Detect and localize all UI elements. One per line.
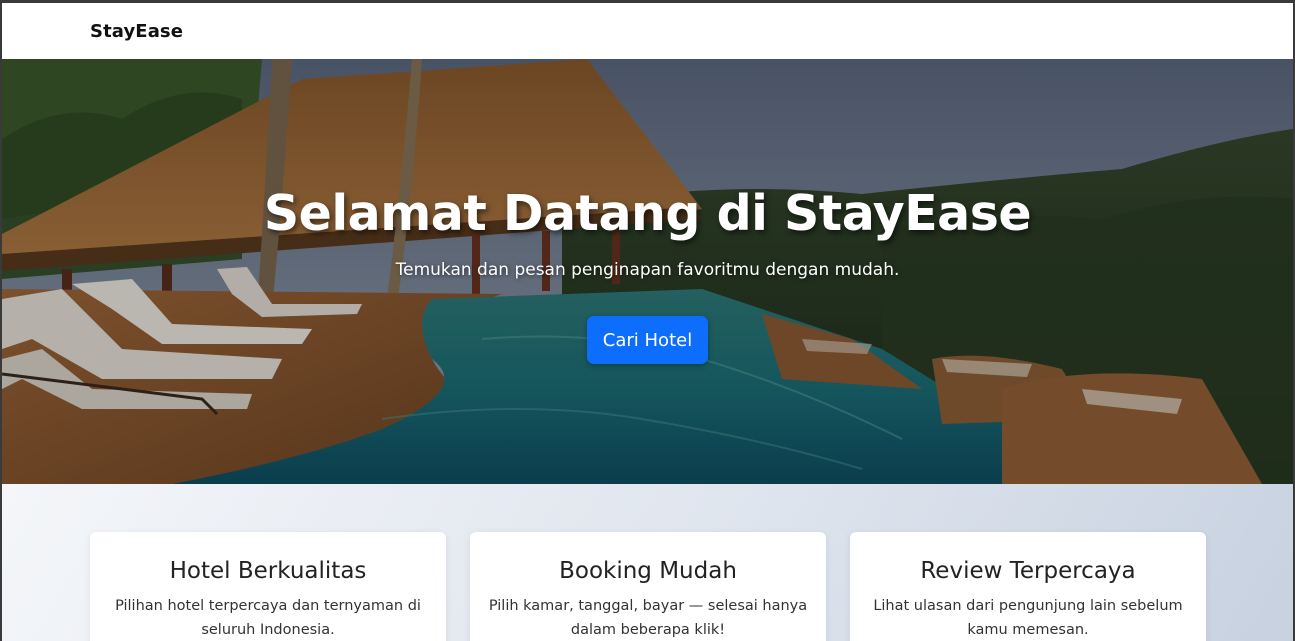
feature-card-description: Lihat ulasan dari pengunjung lain sebelu… bbox=[873, 598, 1183, 638]
hero-content: Selamat Datang di StayEase Temukan dan p… bbox=[2, 59, 1293, 484]
brand-logo-link[interactable]: StayEase bbox=[90, 21, 183, 42]
feature-card-description: Pilih kamar, tanggal, bayar — selesai ha… bbox=[488, 598, 808, 638]
feature-card-booking: Booking Mudah Pilih kamar, tanggal, baya… bbox=[470, 532, 826, 641]
features-section: Hotel Berkualitas Pilihan hotel terperca… bbox=[2, 484, 1293, 641]
browser-viewport: StayEase Selamat Datang di StayEase Temu… bbox=[2, 3, 1293, 641]
feature-card-title: Hotel Berkualitas bbox=[169, 558, 367, 584]
feature-card-title: Booking Mudah bbox=[559, 558, 737, 584]
navbar: StayEase bbox=[2, 3, 1293, 59]
hero-title: Selamat Datang di StayEase bbox=[263, 185, 1032, 242]
feature-card-quality: Hotel Berkualitas Pilihan hotel terperca… bbox=[90, 532, 446, 641]
search-hotel-button[interactable]: Cari Hotel bbox=[587, 316, 708, 364]
hero-subtitle: Temukan dan pesan penginapan favoritmu d… bbox=[395, 260, 900, 280]
feature-card-description: Pilihan hotel terpercaya dan ternyaman d… bbox=[115, 598, 421, 638]
feature-card-review: Review Terpercaya Lihat ulasan dari peng… bbox=[850, 532, 1206, 641]
feature-card-title: Review Terpercaya bbox=[920, 558, 1136, 584]
hero-section: Selamat Datang di StayEase Temukan dan p… bbox=[2, 59, 1293, 484]
